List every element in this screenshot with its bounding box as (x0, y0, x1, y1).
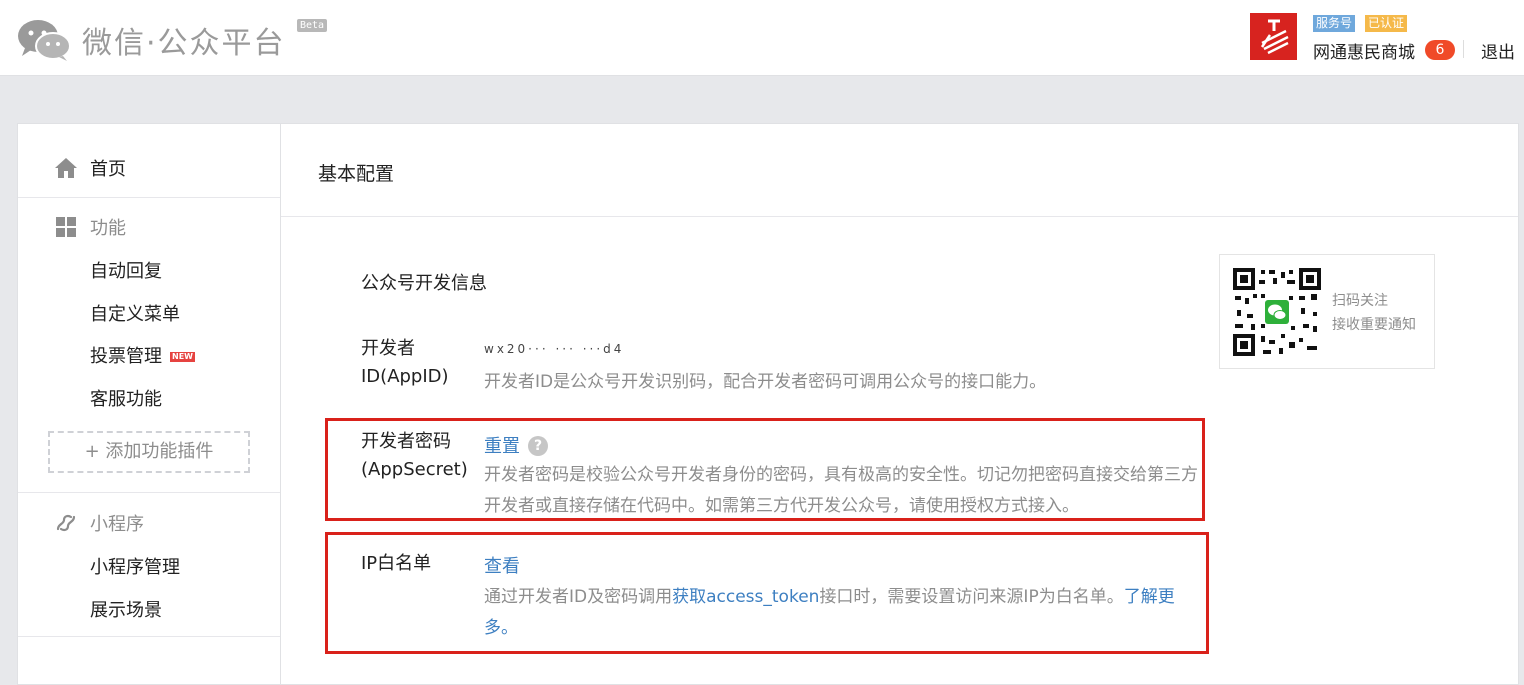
sidebar-divider (18, 636, 280, 637)
account-avatar[interactable] (1250, 13, 1297, 60)
sidebar-item-miniprogram-manage[interactable]: 小程序管理 (90, 553, 180, 579)
sidebar-item-label: 投票管理 (90, 346, 162, 367)
appid-label: 开发者ID(AppID) (361, 338, 449, 387)
wechat-logo[interactable]: 微信·公众平台 (17, 18, 286, 62)
page-title: 基本配置 (318, 163, 395, 185)
ip-whitelist-highlight-box (325, 532, 1209, 654)
appsecret-highlight-box (325, 418, 1205, 521)
top-header: 微信·公众平台 Beta 服务号 已认证 网通惠民商城 6 退出 (0, 0, 1524, 76)
qr-caption-line: 接收重要通知 (1332, 317, 1416, 333)
new-badge: NEW (170, 352, 195, 362)
message-count-badge[interactable]: 6 (1425, 40, 1455, 60)
qr-code-icon (1233, 268, 1321, 356)
sidebar-item-custom-menu[interactable]: 自定义菜单 (90, 300, 180, 326)
qr-caption-line: 扫码关注 (1332, 293, 1388, 309)
sidebar-divider (18, 492, 280, 493)
home-icon (54, 157, 78, 179)
sidebar-item-home[interactable]: 首页 (54, 155, 126, 181)
grid-icon (54, 216, 78, 238)
logo-text: 微信·公众平台 (82, 26, 286, 61)
sidebar-group-function: 功能 (54, 214, 126, 240)
appid-description: 开发者ID是公众号开发识别码，配合开发者密码可调用公众号的接口能力。 (484, 372, 1047, 392)
wechat-logo-icon (18, 20, 71, 61)
sidebar-divider (18, 197, 280, 198)
sidebar: 首页 功能 自动回复 自定义菜单 投票管理 NEW 客服功能 + 添加功能插件 小… (18, 124, 281, 684)
account-name[interactable]: 网通惠民商城 (1313, 38, 1415, 63)
service-account-tag: 服务号 (1313, 15, 1356, 32)
header-divider (1463, 40, 1464, 58)
sidebar-group-miniprogram: 小程序 (54, 510, 144, 536)
account-logo-icon (1260, 19, 1289, 55)
logout-link[interactable]: 退出 (1481, 38, 1515, 63)
qr-follow-box: 扫码关注 接收重要通知 (1219, 254, 1435, 369)
appid-value[interactable]: wx20··· ··· ···d4 (484, 342, 624, 356)
qr-caption: 扫码关注 接收重要通知 (1332, 289, 1416, 337)
sidebar-item-vote[interactable]: 投票管理 NEW (90, 342, 195, 368)
miniprogram-icon (54, 512, 78, 534)
sidebar-item-display-scene[interactable]: 展示场景 (90, 596, 162, 622)
verified-tag: 已认证 (1365, 15, 1408, 32)
add-plugin-button[interactable]: + 添加功能插件 (48, 431, 250, 473)
sidebar-item-label: 首页 (90, 159, 126, 180)
sidebar-item-customer-service[interactable]: 客服功能 (90, 385, 162, 411)
section-title: 公众号开发信息 (361, 273, 487, 294)
sidebar-group-label: 功能 (90, 218, 126, 239)
sidebar-group-label: 小程序 (90, 514, 144, 535)
title-divider (281, 216, 1518, 217)
sidebar-item-auto-reply[interactable]: 自动回复 (90, 257, 162, 283)
beta-badge: Beta (297, 19, 328, 32)
